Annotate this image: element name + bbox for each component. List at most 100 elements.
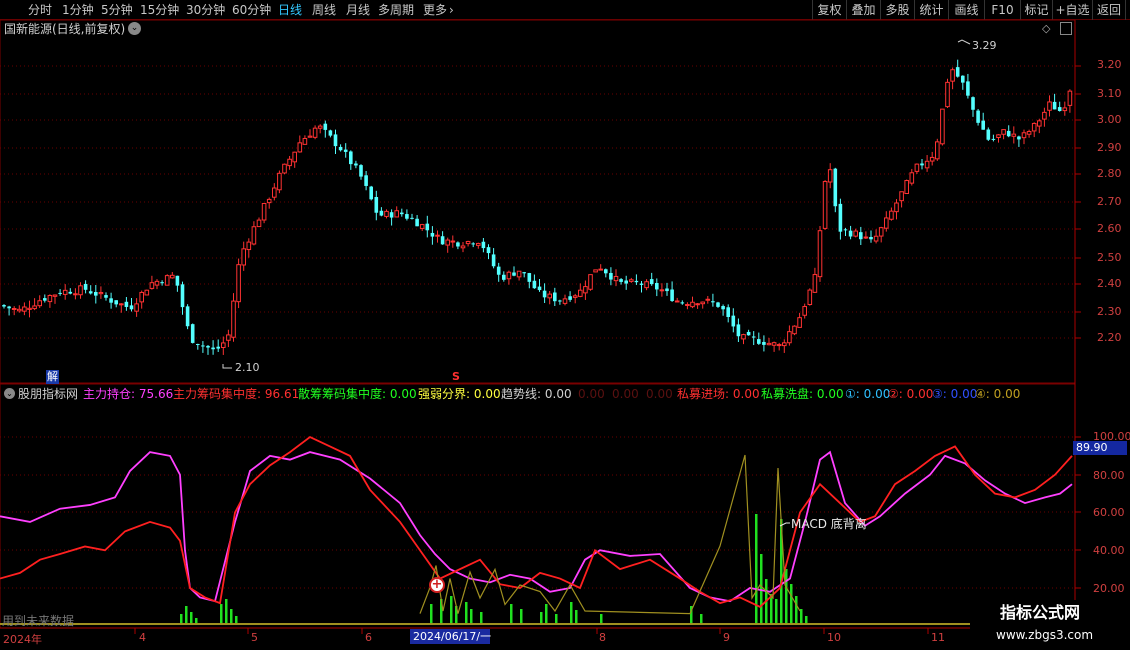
- legend-label: 主力筹码集中度: [173, 387, 258, 401]
- candle-body: [389, 212, 394, 218]
- window-toggle-icon[interactable]: [1060, 22, 1072, 35]
- candle-body: [190, 324, 195, 343]
- legend-main-position: 主力持仓: 75.66: [83, 387, 174, 401]
- retail-concentration-bar: [235, 616, 238, 624]
- candle-body: [812, 274, 818, 293]
- candle-body: [312, 127, 318, 138]
- candle-body: [609, 272, 613, 280]
- candle-body: [909, 172, 915, 184]
- candle-body: [945, 81, 950, 108]
- candle-body: [659, 289, 665, 292]
- candle-body: [873, 235, 879, 242]
- add-circle-icon[interactable]: +: [429, 577, 445, 593]
- candle-body: [27, 307, 32, 310]
- legend-circle-3: ③: 0.00: [932, 387, 978, 401]
- candle-body: [425, 223, 430, 231]
- candle-body: [665, 288, 669, 292]
- candle-body: [78, 285, 83, 296]
- candle-body: [920, 163, 924, 166]
- candle-body: [721, 306, 725, 310]
- candle-body: [966, 81, 970, 96]
- candle-body: [1037, 120, 1042, 127]
- candle-body: [374, 196, 379, 213]
- candle-body: [822, 181, 828, 229]
- candle-body: [863, 236, 869, 239]
- candle-body: [246, 241, 252, 251]
- legend-label: ③: [932, 387, 943, 401]
- candle-body: [471, 243, 475, 245]
- candle-body: [644, 281, 649, 289]
- retail-concentration-bar: [470, 609, 473, 624]
- candle-body: [792, 325, 797, 335]
- candle-body: [445, 239, 450, 246]
- legend-circle-4: ④: 0.00: [975, 387, 1021, 401]
- legend-value: 0.00: [544, 387, 572, 401]
- candle-body: [68, 291, 73, 294]
- candle-body: [680, 302, 685, 304]
- high-pointer: [957, 39, 971, 45]
- time-label: 6: [365, 631, 372, 644]
- legend-label: 主力持仓: [83, 387, 132, 401]
- unlock-marker[interactable]: 解: [46, 370, 59, 384]
- candle-body: [685, 304, 690, 307]
- legend-circle-2: ②: 0.00: [888, 387, 934, 401]
- candle-body: [307, 135, 313, 138]
- candle-body: [532, 280, 537, 289]
- candle-body: [578, 289, 583, 297]
- candle-body: [405, 214, 409, 219]
- legend-value: 0.00: [473, 387, 501, 401]
- candle-body: [261, 202, 267, 221]
- candle-body: [674, 300, 680, 303]
- legend-private-entry: 私募进场: 0.00: [677, 387, 760, 401]
- candle-body: [160, 282, 164, 284]
- selected-date-badge[interactable]: 2024/06/17/一: [410, 629, 491, 644]
- chevron-down-circle-icon[interactable]: ⌄: [128, 22, 141, 35]
- candle-body: [419, 224, 425, 229]
- legend-value: 0.00: [816, 387, 844, 401]
- candle-body: [1006, 130, 1011, 137]
- candle-body: [506, 271, 512, 280]
- candle-body: [394, 210, 399, 218]
- candle-body: [476, 242, 481, 246]
- legend-label: 私募进场: [677, 387, 726, 401]
- price-tick: 2.50: [1097, 251, 1122, 264]
- s-marker[interactable]: S: [452, 370, 460, 384]
- candle-body: [961, 75, 965, 83]
- retail-concentration-bar: [760, 554, 763, 624]
- candle-body: [976, 110, 980, 123]
- candle-body: [430, 232, 435, 237]
- candle-body: [52, 294, 58, 297]
- candle-body: [899, 191, 904, 202]
- candle-body: [817, 230, 823, 278]
- legend-label: ②: [888, 387, 899, 401]
- retail-concentration-bar: [600, 614, 603, 624]
- candle-body: [568, 296, 572, 300]
- watermark-url: www.zbgs3.com: [996, 628, 1094, 642]
- diamond-icon[interactable]: ◇: [1042, 22, 1050, 36]
- candle-body: [914, 163, 920, 172]
- chevron-down-circle-icon[interactable]: ⌄: [4, 388, 15, 399]
- candle-body: [266, 198, 272, 204]
- macd-divergence-annotation: MACD 底背离: [791, 517, 867, 531]
- legend-label: 强弱分界: [418, 387, 467, 401]
- indicator-name: 股朋指标网: [18, 387, 79, 401]
- candle-body: [465, 240, 471, 245]
- price-tick: 2.30: [1097, 305, 1122, 318]
- candle-body: [991, 138, 996, 140]
- retail-concentration-bar: [230, 609, 233, 624]
- chart-canvas[interactable]: [0, 0, 1130, 650]
- candle-body: [369, 186, 373, 200]
- candle-body: [884, 217, 889, 229]
- candle-body: [746, 331, 751, 336]
- candle-body: [58, 292, 62, 294]
- candle-body: [655, 282, 659, 290]
- candle-body: [62, 289, 68, 295]
- candle-body: [802, 306, 808, 316]
- candle-body: [400, 212, 404, 215]
- candle-body: [1011, 133, 1017, 137]
- candle-body: [129, 305, 134, 310]
- retail-concentration-bar: [795, 596, 798, 624]
- retail-concentration-bar: [225, 599, 228, 624]
- legend-value: 0.00: [732, 387, 760, 401]
- candle-body: [435, 234, 440, 237]
